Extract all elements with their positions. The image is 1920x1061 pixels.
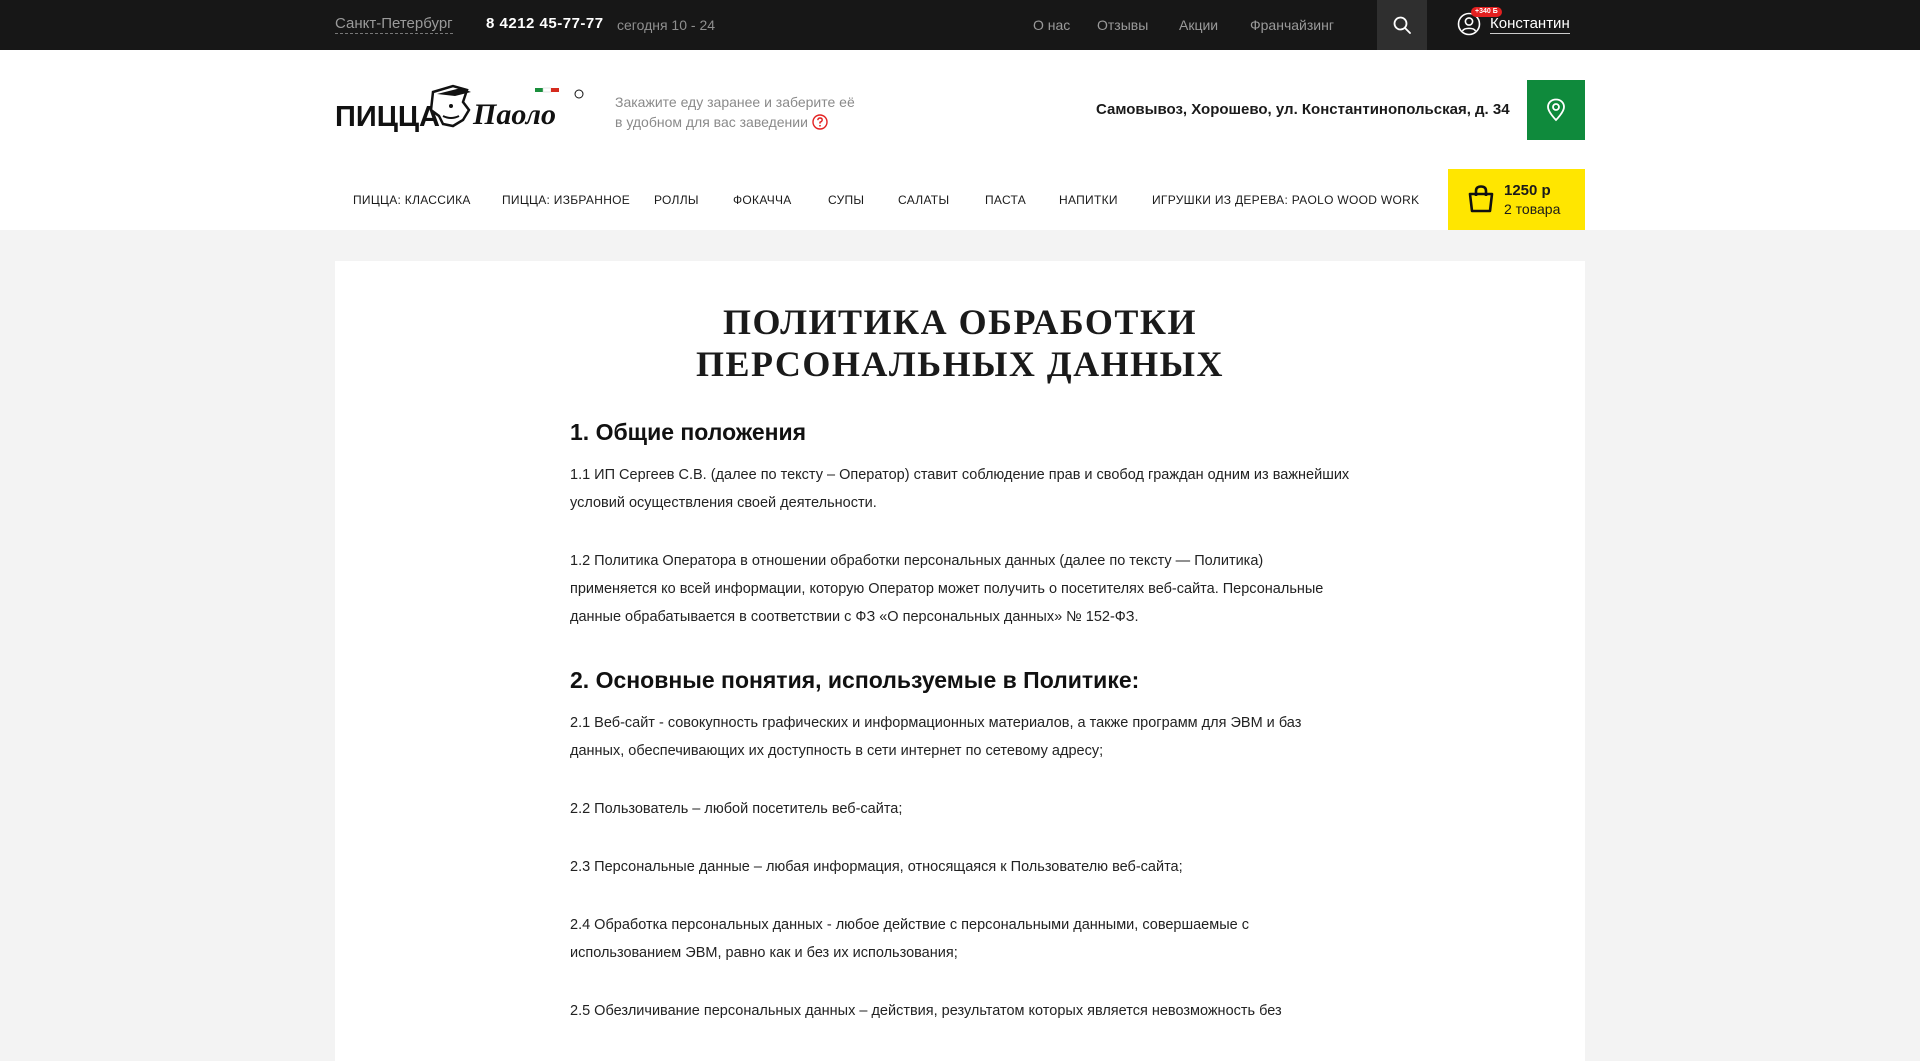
nav-link-franchising[interactable]: Франчайзинг — [1250, 16, 1334, 34]
pickup-address[interactable]: Самовывоз, Хорошево, ул. Константинополь… — [1096, 100, 1510, 120]
hint-line-2: в удобном для вас заведении — [615, 114, 808, 130]
menu-item-pasta[interactable]: ПАСТА — [985, 193, 1026, 207]
shopping-bag-icon — [1468, 185, 1494, 213]
paragraph-2-1: 2.1 Веб-сайт - совокупность графических … — [570, 715, 1302, 759]
svg-text:ПИЦЦА: ПИЦЦА — [335, 101, 440, 133]
page-title: ПОЛИТИКА ОБРАБОТКИ ПЕРСОНАЛЬНЫХ ДАННЫХ — [335, 301, 1585, 385]
top-bar: Санкт-Петербург 8 4212 45-77-77 сегодня … — [0, 0, 1920, 50]
nav-link-promotions[interactable]: Акции — [1179, 16, 1218, 34]
menu-item-pizza-classic[interactable]: ПИЦЦА: КЛАССИКА — [353, 193, 471, 207]
header: ПИЦЦА Паоло Закажите еду заранее и забер… — [0, 50, 1920, 230]
menu-item-wooden-toys[interactable]: ИГРУШКИ ИЗ ДЕРЕВА: PAOLO WOOD WORK — [1152, 193, 1419, 207]
section-heading-terms: 2. Основные понятия, используемые в Поли… — [570, 667, 1140, 693]
cart-item-count: 2 товара — [1504, 201, 1561, 217]
phone-number[interactable]: 8 4212 45-77-77 — [486, 15, 604, 33]
map-pin-icon — [1547, 98, 1565, 122]
paragraph-1-2: 1.2 Политика Оператора в отношении обраб… — [570, 553, 1324, 625]
nav-link-reviews[interactable]: Отзывы — [1097, 16, 1148, 34]
paragraph-1-1: 1.1 ИП Сергеев С.В. (далее по тексту – О… — [570, 467, 1350, 511]
menu-item-focaccia[interactable]: ФОКАЧЧА — [733, 193, 792, 207]
page-title-line-1: ПОЛИТИКА ОБРАБОТКИ — [722, 302, 1197, 342]
cart-total: 1250 р — [1504, 182, 1551, 199]
menu-item-salads[interactable]: САЛАТЫ — [898, 193, 949, 207]
user-name-link[interactable]: Константин — [1490, 15, 1570, 34]
pizza-paolo-logo[interactable]: ПИЦЦА Паоло — [335, 80, 587, 136]
paragraph-2-4: 2.4 Обработка персональных данных - любо… — [570, 917, 1249, 961]
question-icon[interactable] — [812, 114, 828, 130]
paragraph-2-3: 2.3 Персональные данные – любая информац… — [570, 859, 1183, 875]
hint-line-1: Закажите еду заранее и заберите её — [615, 94, 855, 110]
menu-item-drinks[interactable]: НАПИТКИ — [1059, 193, 1118, 207]
menu-item-pizza-favorites[interactable]: ПИЦЦА: ИЗБРАННОЕ — [502, 193, 630, 207]
paragraph-2-2: 2.2 Пользователь – любой посетитель веб-… — [570, 801, 903, 817]
city-selector[interactable]: Санкт-Петербург — [335, 15, 453, 34]
menu-item-rolls[interactable]: РОЛЛЫ — [654, 193, 699, 207]
pickup-hint: Закажите еду заранее и заберите её в удо… — [615, 92, 905, 132]
page-title-line-2: ПЕРСОНАЛЬНЫХ ДАННЫХ — [695, 344, 1225, 384]
section-heading-general: 1. Общие положения — [570, 419, 807, 445]
working-hours: сегодня 10 - 24 — [617, 17, 716, 33]
location-button[interactable] — [1527, 80, 1585, 140]
search-icon — [1393, 16, 1411, 34]
svg-text:Паоло: Паоло — [472, 98, 556, 131]
menu-item-soups[interactable]: СУПЫ — [828, 193, 864, 207]
search-button[interactable] — [1377, 0, 1427, 50]
cart-button[interactable]: 1250 р 2 товара — [1448, 169, 1585, 230]
content-card: ПОЛИТИКА ОБРАБОТКИ ПЕРСОНАЛЬНЫХ ДАННЫХ 1… — [335, 261, 1585, 1061]
nav-link-about[interactable]: О нас — [1033, 16, 1070, 34]
paragraph-2-5: 2.5 Обезличивание персональных данных – … — [570, 1003, 1282, 1019]
